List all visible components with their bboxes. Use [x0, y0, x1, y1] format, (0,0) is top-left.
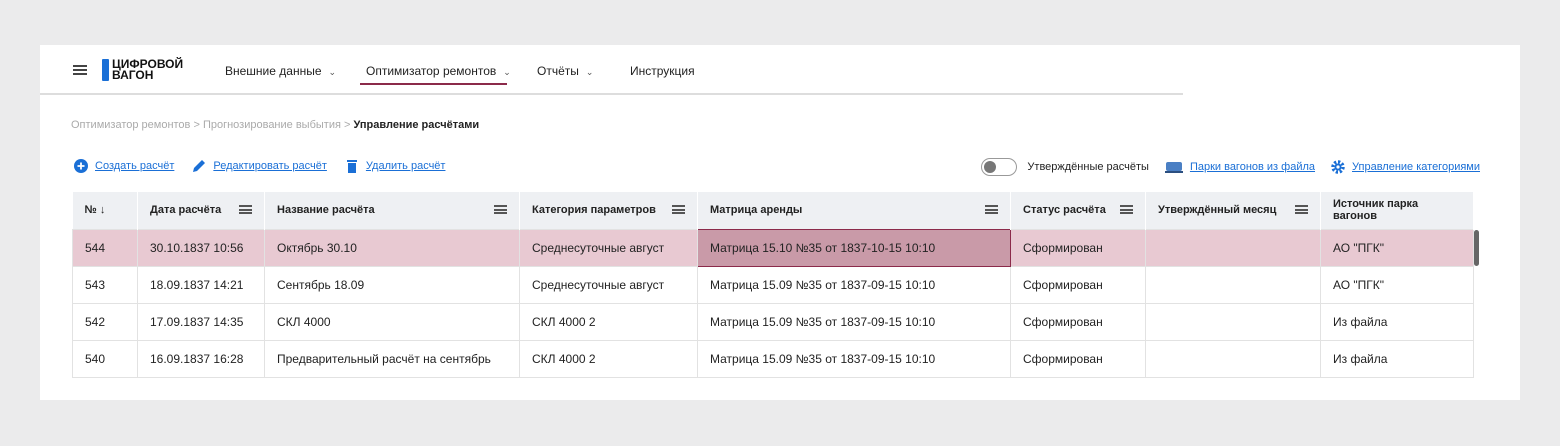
delete-button[interactable]: Удалить расчёт [345, 159, 445, 173]
column-menu-icon[interactable] [1295, 205, 1308, 214]
table-row[interactable]: 543 18.09.1837 14:21 Сентябрь 18.09 Среднес… [72, 265, 1474, 304]
table-cell[interactable]: 544 [72, 228, 138, 267]
table-cell[interactable]: АО "ПГК" [1320, 228, 1474, 267]
header-date[interactable]: Дата расчёта [137, 192, 265, 229]
chevron-down-icon: ⌄ [328, 67, 337, 77]
breadcrumb-item[interactable]: Прогнозирование выбытия [203, 119, 341, 131]
edit-button[interactable]: Редактировать расчёт [192, 159, 327, 173]
column-menu-icon[interactable] [239, 205, 252, 214]
nav-instructions[interactable]: Инструкция [630, 64, 695, 78]
table-cell[interactable]: Из файла [1320, 339, 1474, 378]
active-tab-indicator [360, 83, 507, 85]
table-cell[interactable]: 18.09.1837 14:21 [137, 265, 265, 304]
calculations-table: № ↓ Дата расчёта Название расчёта Катего… [72, 192, 1474, 378]
table-cell[interactable]: 543 [72, 265, 138, 304]
header-status[interactable]: Статус расчёта [1010, 192, 1146, 229]
table-cell[interactable]: Сформирован [1010, 302, 1146, 341]
table-cell[interactable]: Из файла [1320, 302, 1474, 341]
main-panel: ЦИФРОВОЙ ВАГОН Внешние данные ⌄ Оптимизато… [40, 45, 1520, 400]
header-name[interactable]: Название расчёта [264, 192, 520, 229]
create-button[interactable]: Создать расчёт [74, 159, 174, 173]
nav-external-data[interactable]: Внешние данные ⌄ [225, 64, 336, 78]
manage-categories-link[interactable]: Управление категориями [1331, 160, 1480, 174]
table-cell[interactable]: 17.09.1837 14:35 [137, 302, 265, 341]
table-cell[interactable]: Октябрь 30.10 [264, 228, 520, 267]
fleets-from-file-link[interactable]: Парки вагонов из файла [1164, 160, 1315, 174]
chevron-down-icon: ⌄ [503, 67, 511, 77]
table-cell[interactable]: Сентябрь 18.09 [264, 265, 520, 304]
table-cell[interactable]: Матрица 15.09 №35 от 1837-09-15 10:10 [697, 265, 1011, 304]
plus-circle-icon [74, 159, 88, 173]
table-cell[interactable]: Матрица 15.10 №35 от 1837-10-15 10:10 [697, 228, 1011, 267]
scrollbar[interactable] [1474, 230, 1479, 266]
logo[interactable]: ЦИФРОВОЙ ВАГОН [102, 58, 183, 81]
chevron-down-icon: ⌄ [585, 67, 594, 77]
nav-repair-optimizer[interactable]: Оптимизатор ремонтов ⌄ [366, 64, 511, 78]
column-menu-icon[interactable] [672, 205, 685, 214]
gear-icon [1331, 160, 1345, 174]
table-cell[interactable]: Сформирован [1010, 228, 1146, 267]
table-cell[interactable]: Среднесуточные август [519, 265, 698, 304]
table-cell[interactable]: 16.09.1837 16:28 [137, 339, 265, 378]
logo-icon [102, 59, 109, 81]
sort-down-icon[interactable]: ↓ [100, 204, 106, 216]
header-category[interactable]: Категория параметров [519, 192, 698, 229]
table-cell[interactable]: 540 [72, 339, 138, 378]
table-cell[interactable]: Матрица 15.09 №35 от 1837-09-15 10:10 [697, 302, 1011, 341]
approved-toggle[interactable] [981, 158, 1018, 176]
table-cell[interactable]: 542 [72, 302, 138, 341]
table-cell[interactable]: Сформирован [1010, 265, 1146, 304]
table-row[interactable]: 544 30.10.1837 10:56 Октябрь 30.10 Среднесу… [72, 228, 1474, 267]
approved-toggle-label: Утверждённые расчёты [1027, 161, 1149, 173]
trash-icon [346, 160, 357, 173]
column-menu-icon[interactable] [494, 205, 507, 214]
table-row[interactable]: 542 17.09.1837 14:35 СКЛ 4000 СКЛ 4000 2 Мат… [72, 302, 1474, 341]
wagon-icon [1164, 162, 1183, 173]
table-cell[interactable]: СКЛ 4000 [264, 302, 520, 341]
table-cell[interactable]: СКЛ 4000 2 [519, 302, 698, 341]
pencil-icon [193, 160, 206, 172]
menu-icon[interactable] [73, 65, 87, 75]
table-cell[interactable]: Среднесуточные август [519, 228, 698, 267]
table-cell[interactable]: Матрица 15.09 №35 от 1837-09-15 10:10 [697, 339, 1011, 378]
table-cell[interactable]: АО "ПГК" [1320, 265, 1474, 304]
table-cell[interactable]: СКЛ 4000 2 [519, 339, 698, 378]
header-source[interactable]: Источник парка вагонов [1320, 192, 1474, 229]
breadcrumb: Оптимизатор ремонтов > Прогнозирование в… [71, 119, 480, 131]
nav-reports[interactable]: Отчёты ⌄ [537, 64, 593, 78]
table-cell[interactable] [1145, 339, 1321, 378]
table-row[interactable]: 540 16.09.1837 16:28 Предварительный расчё… [72, 339, 1474, 378]
top-nav: ЦИФРОВОЙ ВАГОН Внешние данные ⌄ Оптимизато… [40, 45, 1183, 95]
breadcrumb-current: Управление расчётами [353, 119, 480, 131]
header-approved-month[interactable]: Утверждённый месяц [1145, 192, 1321, 229]
header-matrix[interactable]: Матрица аренды [697, 192, 1011, 229]
column-menu-icon[interactable] [1120, 205, 1133, 214]
table-cell[interactable] [1145, 228, 1321, 267]
breadcrumb-item[interactable]: Оптимизатор ремонтов [71, 119, 190, 131]
table-cell[interactable] [1145, 265, 1321, 304]
table-cell[interactable] [1145, 302, 1321, 341]
column-menu-icon[interactable] [985, 205, 998, 214]
header-number[interactable]: № ↓ [72, 192, 138, 229]
table-cell[interactable]: Сформирован [1010, 339, 1146, 378]
table-cell[interactable]: 30.10.1837 10:56 [137, 228, 265, 267]
table-cell[interactable]: Предварительный расчёт на сентябрь [264, 339, 520, 378]
